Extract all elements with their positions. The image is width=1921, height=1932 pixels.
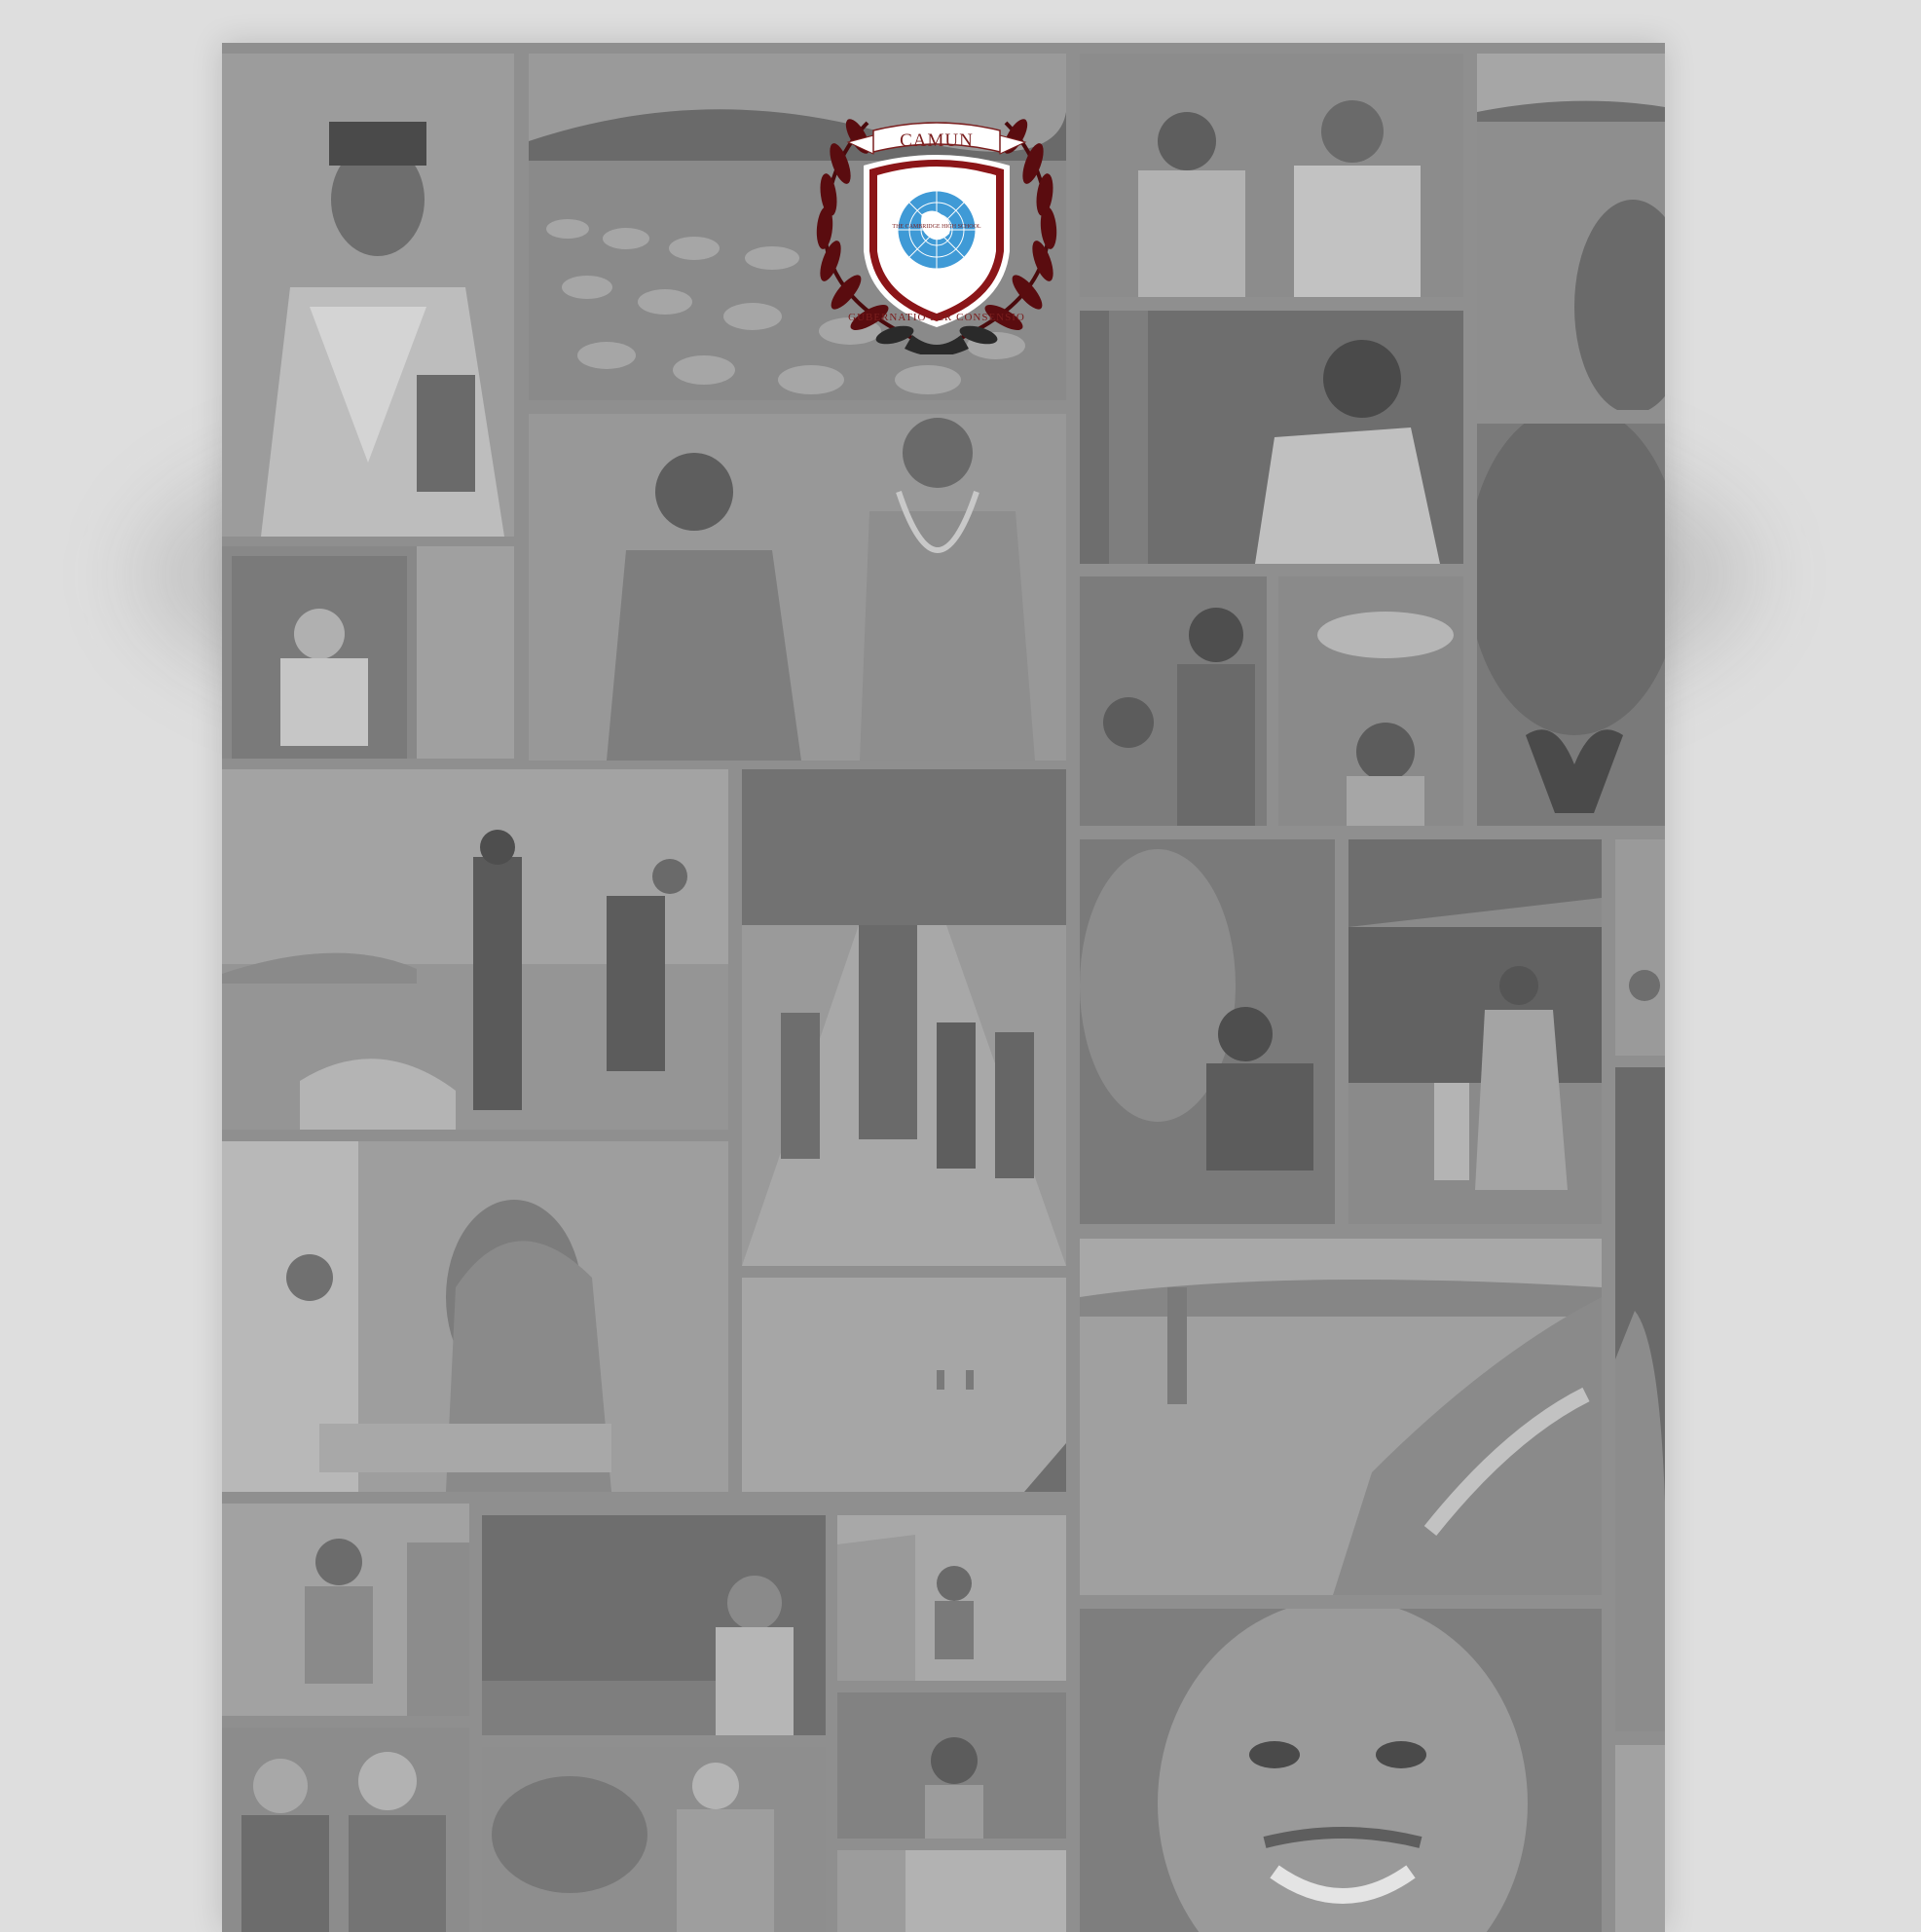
collage-photo	[837, 1692, 1066, 1839]
collage-photo	[1615, 1745, 1665, 1932]
collage-photo	[1477, 424, 1665, 826]
collage-photo	[529, 414, 1066, 761]
collage-photo	[742, 1278, 1066, 1492]
collage-photo	[222, 1728, 469, 1932]
collage-photo	[482, 1747, 826, 1932]
collage-photo	[482, 1515, 826, 1735]
collage-photo	[837, 1515, 1066, 1681]
camun-logo: CAMUN THE CAMBRIDGE HIGH SCHOOL GUBERNAT…	[797, 105, 1076, 354]
collage-photo	[1080, 311, 1463, 564]
collage-photo	[1348, 839, 1602, 1224]
collage-photo	[222, 769, 728, 1130]
collage-photo	[1080, 54, 1463, 297]
collage-photo	[222, 546, 514, 759]
collage-photo	[222, 1504, 469, 1716]
collage-photo	[1080, 576, 1267, 826]
collage-photo	[1477, 54, 1665, 410]
collage-photo	[837, 1850, 1066, 1932]
collage-photo	[742, 769, 1066, 1266]
globe-icon	[897, 190, 977, 270]
collage-photo	[1615, 839, 1665, 1056]
collage-photo	[222, 1141, 728, 1492]
collage-photo	[1080, 1239, 1602, 1595]
logo-motto: GUBERNATIO PER CONSENSIO	[848, 312, 1025, 323]
collage-photo	[1278, 576, 1463, 826]
logo-title: CAMUN	[900, 130, 974, 151]
collage-photo	[1080, 839, 1335, 1224]
collage-photo	[1615, 1067, 1665, 1731]
collage-photo	[1080, 1609, 1602, 1932]
logo-ring-text: THE CAMBRIDGE HIGH SCHOOL	[892, 224, 981, 230]
collage-photo	[222, 54, 514, 537]
